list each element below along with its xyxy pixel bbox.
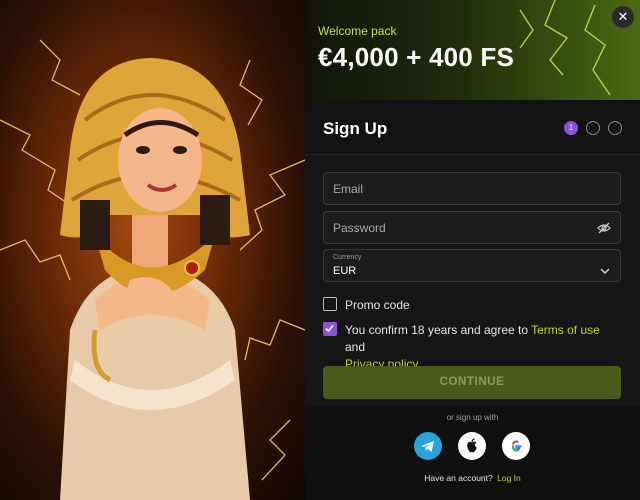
- terms-and: and: [345, 340, 366, 354]
- terms-checkbox[interactable]: [323, 322, 337, 336]
- promo-label: Promo code: [345, 298, 410, 312]
- have-account-text: Have an account?: [424, 473, 493, 483]
- close-button[interactable]: ✕: [612, 6, 634, 28]
- or-sign-up-with: or sign up with: [446, 413, 499, 422]
- telegram-button[interactable]: [414, 432, 442, 460]
- google-button[interactable]: [502, 432, 530, 460]
- close-icon: ✕: [617, 9, 629, 24]
- email-field[interactable]: Email: [323, 172, 621, 205]
- currency-select[interactable]: Currency EUR: [323, 249, 621, 282]
- currency-label: Currency: [333, 254, 362, 261]
- hero-artwork: [0, 0, 305, 500]
- step-indicator: 1: [564, 121, 622, 135]
- promo-code-row[interactable]: Promo code: [323, 297, 410, 314]
- currency-value: EUR: [333, 265, 357, 277]
- have-account-row: Have an account? Log In: [305, 473, 640, 483]
- login-link[interactable]: Log In: [497, 473, 521, 483]
- password-placeholder: Password: [333, 221, 386, 235]
- chevron-down-icon: [600, 262, 610, 280]
- password-field[interactable]: Password: [323, 211, 621, 244]
- page-title: Sign Up: [323, 119, 388, 138]
- social-signup-area: or sign up with Have an account? Log In: [305, 405, 640, 500]
- welcome-label: Welcome pack: [318, 24, 397, 38]
- email-placeholder: Email: [333, 182, 364, 196]
- promo-checkbox[interactable]: [323, 297, 337, 311]
- signup-modal: Welcome pack €4,000 + 400 FS ✕ Sign Up 1…: [305, 0, 640, 500]
- checkmark-icon: [325, 324, 334, 333]
- welcome-banner: Welcome pack €4,000 + 400 FS ✕: [305, 0, 640, 100]
- step-1: 1: [564, 121, 578, 135]
- terms-prefix: You confirm 18 years and agree to: [345, 323, 532, 337]
- step-3: [608, 121, 622, 135]
- eye-off-icon[interactable]: [597, 221, 611, 240]
- cleopatra-illustration: [0, 39, 305, 500]
- signup-header: Sign Up 1: [305, 100, 640, 155]
- bonus-amount: €4,000 + 400 FS: [318, 42, 514, 72]
- terms-of-use-link[interactable]: Terms of use: [531, 323, 600, 337]
- google-icon: [502, 432, 530, 460]
- apple-icon: [458, 432, 486, 460]
- step-2: [586, 121, 600, 135]
- telegram-icon: [414, 432, 442, 460]
- continue-button[interactable]: CONTINUE: [323, 366, 621, 399]
- apple-button[interactable]: [458, 432, 486, 460]
